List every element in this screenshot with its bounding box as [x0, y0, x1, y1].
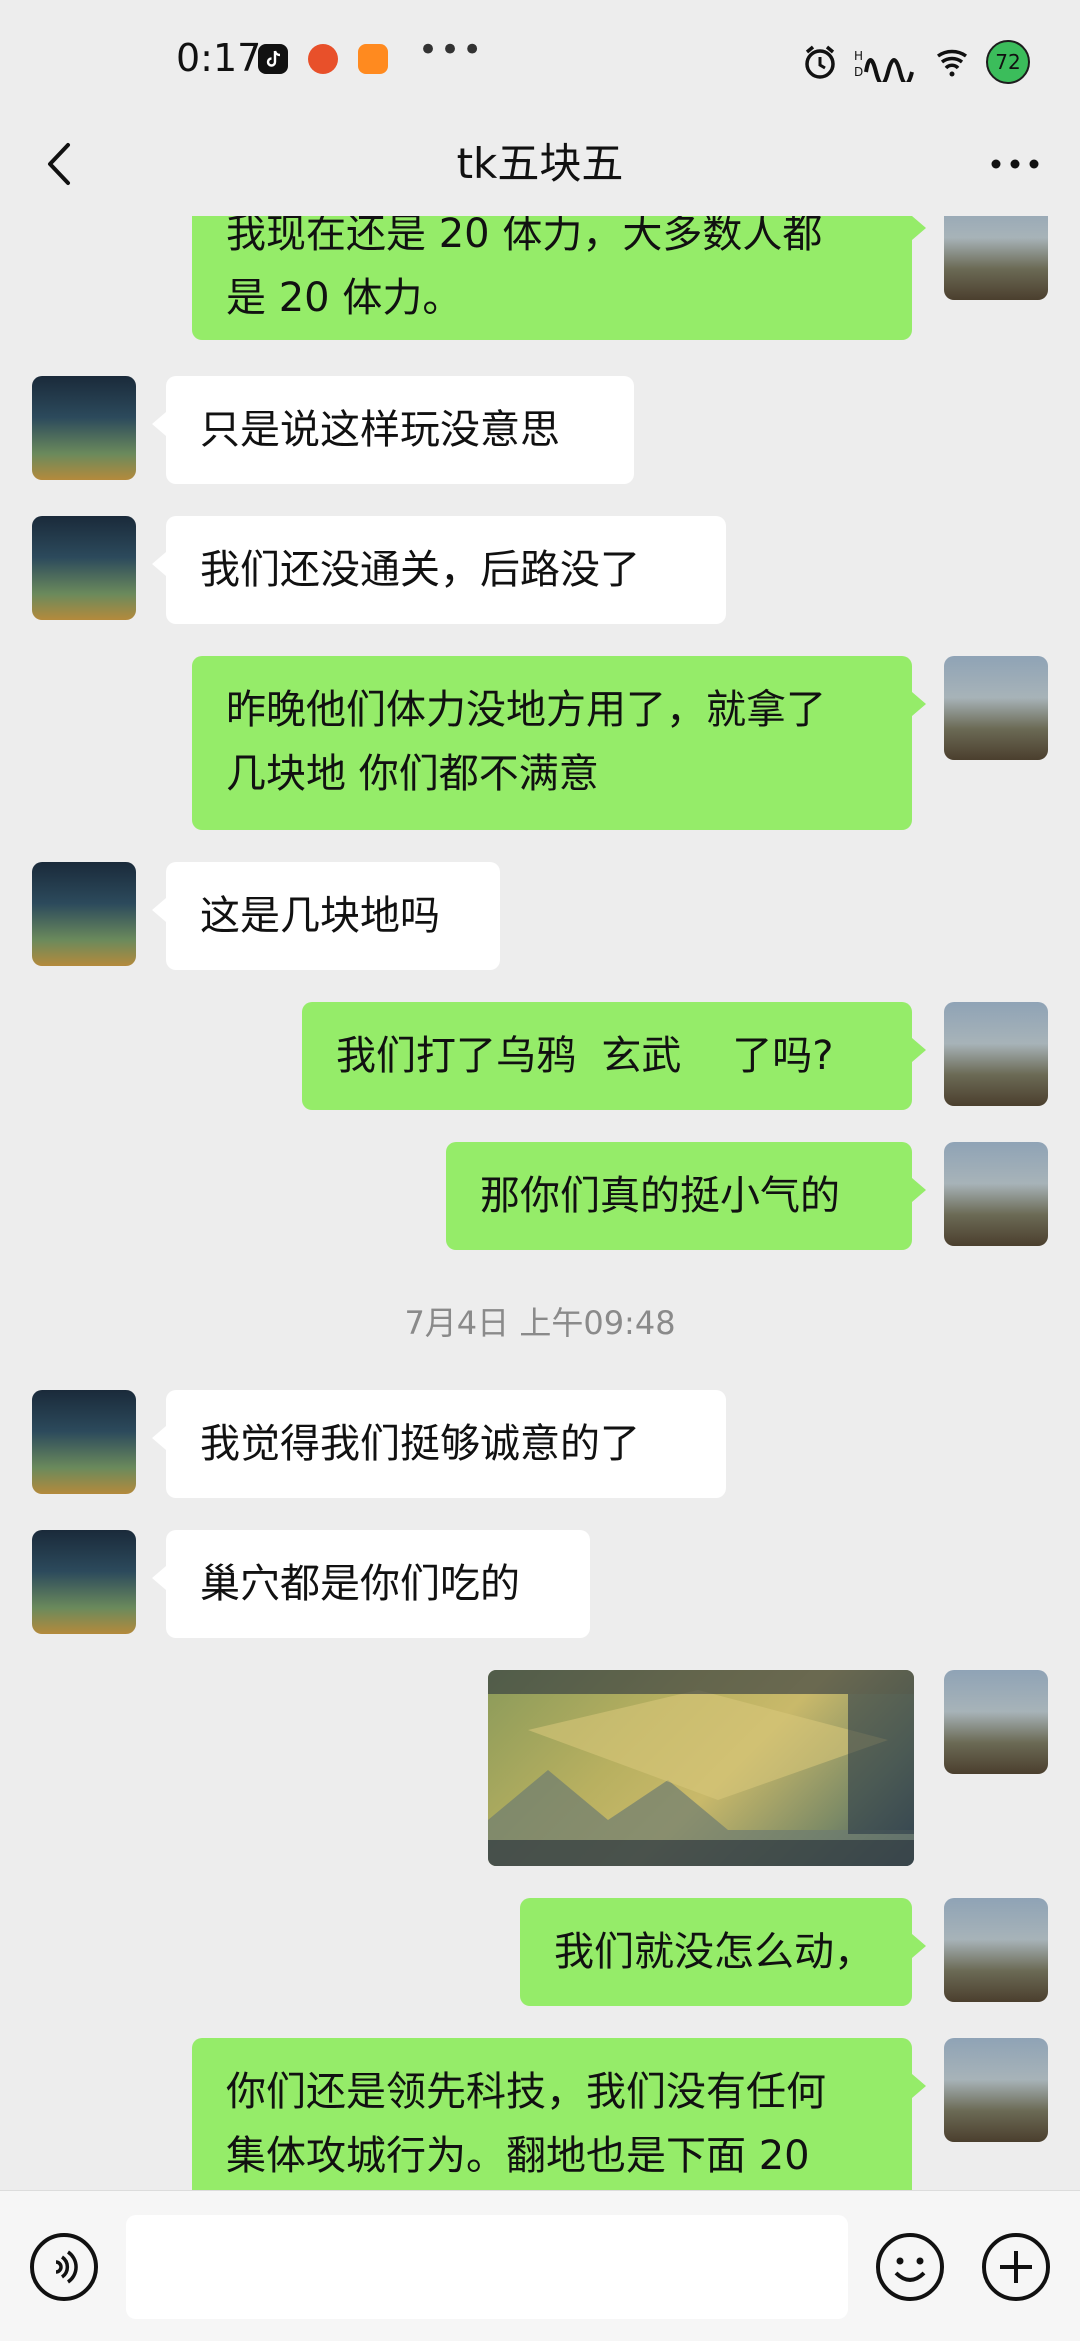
input-bar	[0, 2190, 1080, 2341]
message-text: 昨晚他们体力没地方用了，就拿了	[226, 687, 826, 733]
contact-avatar[interactable]	[32, 1530, 136, 1634]
contact-avatar[interactable]	[32, 1390, 136, 1494]
message-text: 几块地 你们都不满意	[226, 751, 599, 797]
alarm-icon	[800, 42, 840, 82]
message-input[interactable]	[126, 2215, 848, 2319]
message-text: 我觉得我们挺够诚意的了	[200, 1421, 640, 1467]
more-horizontal-icon[interactable]	[980, 134, 1050, 194]
contact-avatar[interactable]	[32, 516, 136, 620]
message-bubble-in[interactable]: 这是几块地吗	[152, 862, 500, 970]
timestamp: 7月4日 上午09:48	[404, 1304, 676, 1342]
my-avatar[interactable]	[944, 1670, 1048, 1774]
voice-icon[interactable]	[28, 2231, 100, 2303]
svg-text:D: D	[854, 65, 863, 79]
message-bubble-out[interactable]: 我现在还是 20 体力，大多数人都 是 20 体力。	[192, 216, 926, 340]
game-screenshot-image[interactable]	[488, 1670, 914, 1866]
message-text: 我们就没怎么动，	[554, 1929, 874, 1975]
more-dots-icon: •••	[418, 30, 485, 70]
message-list[interactable]: 我现在还是 20 体力，大多数人都 是 20 体力。 只是说这样玩没意思 我们还…	[0, 216, 1080, 2190]
message-text: 集体攻城行为。翻地也是下面 20	[226, 2133, 810, 2179]
contact-avatar[interactable]	[32, 862, 136, 966]
message-text: 只是说这样玩没意思	[200, 407, 560, 453]
app-notification-icon	[308, 44, 338, 74]
message-text: 我们打了乌鸦 玄武 了吗?	[336, 1033, 834, 1079]
my-avatar[interactable]	[944, 1898, 1048, 2002]
message-text: 巢穴都是你们吃的	[200, 1561, 520, 1607]
message-text: 是 20 体力。	[226, 275, 463, 321]
svg-text:H: H	[854, 49, 863, 63]
message-bubble-in[interactable]: 只是说这样玩没意思	[152, 376, 634, 484]
contact-avatar[interactable]	[32, 376, 136, 480]
message-bubble-out[interactable]: 我们就没怎么动，	[520, 1898, 926, 2006]
status-icons: HD 72	[800, 40, 1030, 84]
hd-signal-icon: HD	[854, 42, 918, 82]
my-avatar[interactable]	[944, 1002, 1048, 1106]
message-bubble-out[interactable]: 那你们真的挺小气的	[446, 1142, 926, 1250]
message-bubble-in[interactable]: 我们还没通关，后路没了	[152, 516, 726, 624]
message-bubble-in[interactable]: 我觉得我们挺够诚意的了	[152, 1390, 726, 1498]
status-time: 0:17	[176, 36, 262, 80]
my-avatar[interactable]	[944, 2038, 1048, 2142]
message-text: 我现在还是 20 体力，大多数人都	[226, 216, 823, 257]
message-bubble-in[interactable]: 巢穴都是你们吃的	[152, 1530, 590, 1638]
message-bubble-out[interactable]: 昨晚他们体力没地方用了，就拿了 几块地 你们都不满意	[192, 656, 926, 830]
my-avatar[interactable]	[944, 656, 1048, 760]
message-text: 你们还是领先科技，我们没有任何	[226, 2069, 826, 2115]
message-text: 我们还没通关，后路没了	[200, 547, 640, 593]
message-bubble-out[interactable]: 你们还是领先科技，我们没有任何 集体攻城行为。翻地也是下面 20	[192, 2038, 926, 2190]
message-bubble-out[interactable]: 我们打了乌鸦 玄武 了吗?	[302, 1002, 926, 1110]
chat-title: tk五块五	[456, 139, 624, 188]
message-text: 那你们真的挺小气的	[480, 1173, 840, 1219]
app-notification-icon	[358, 44, 388, 74]
status-bar: 0:17 ••• HD 72	[0, 0, 1080, 110]
battery-icon: 72	[986, 40, 1030, 84]
chat-header: tk五块五	[0, 110, 1080, 216]
my-avatar[interactable]	[944, 1142, 1048, 1246]
wifi-icon	[932, 42, 972, 82]
message-text: 这是几块地吗	[200, 893, 440, 939]
tiktok-icon	[258, 44, 288, 74]
emoji-icon[interactable]	[874, 2231, 946, 2303]
my-avatar[interactable]	[944, 216, 1048, 300]
plus-icon[interactable]	[980, 2231, 1052, 2303]
